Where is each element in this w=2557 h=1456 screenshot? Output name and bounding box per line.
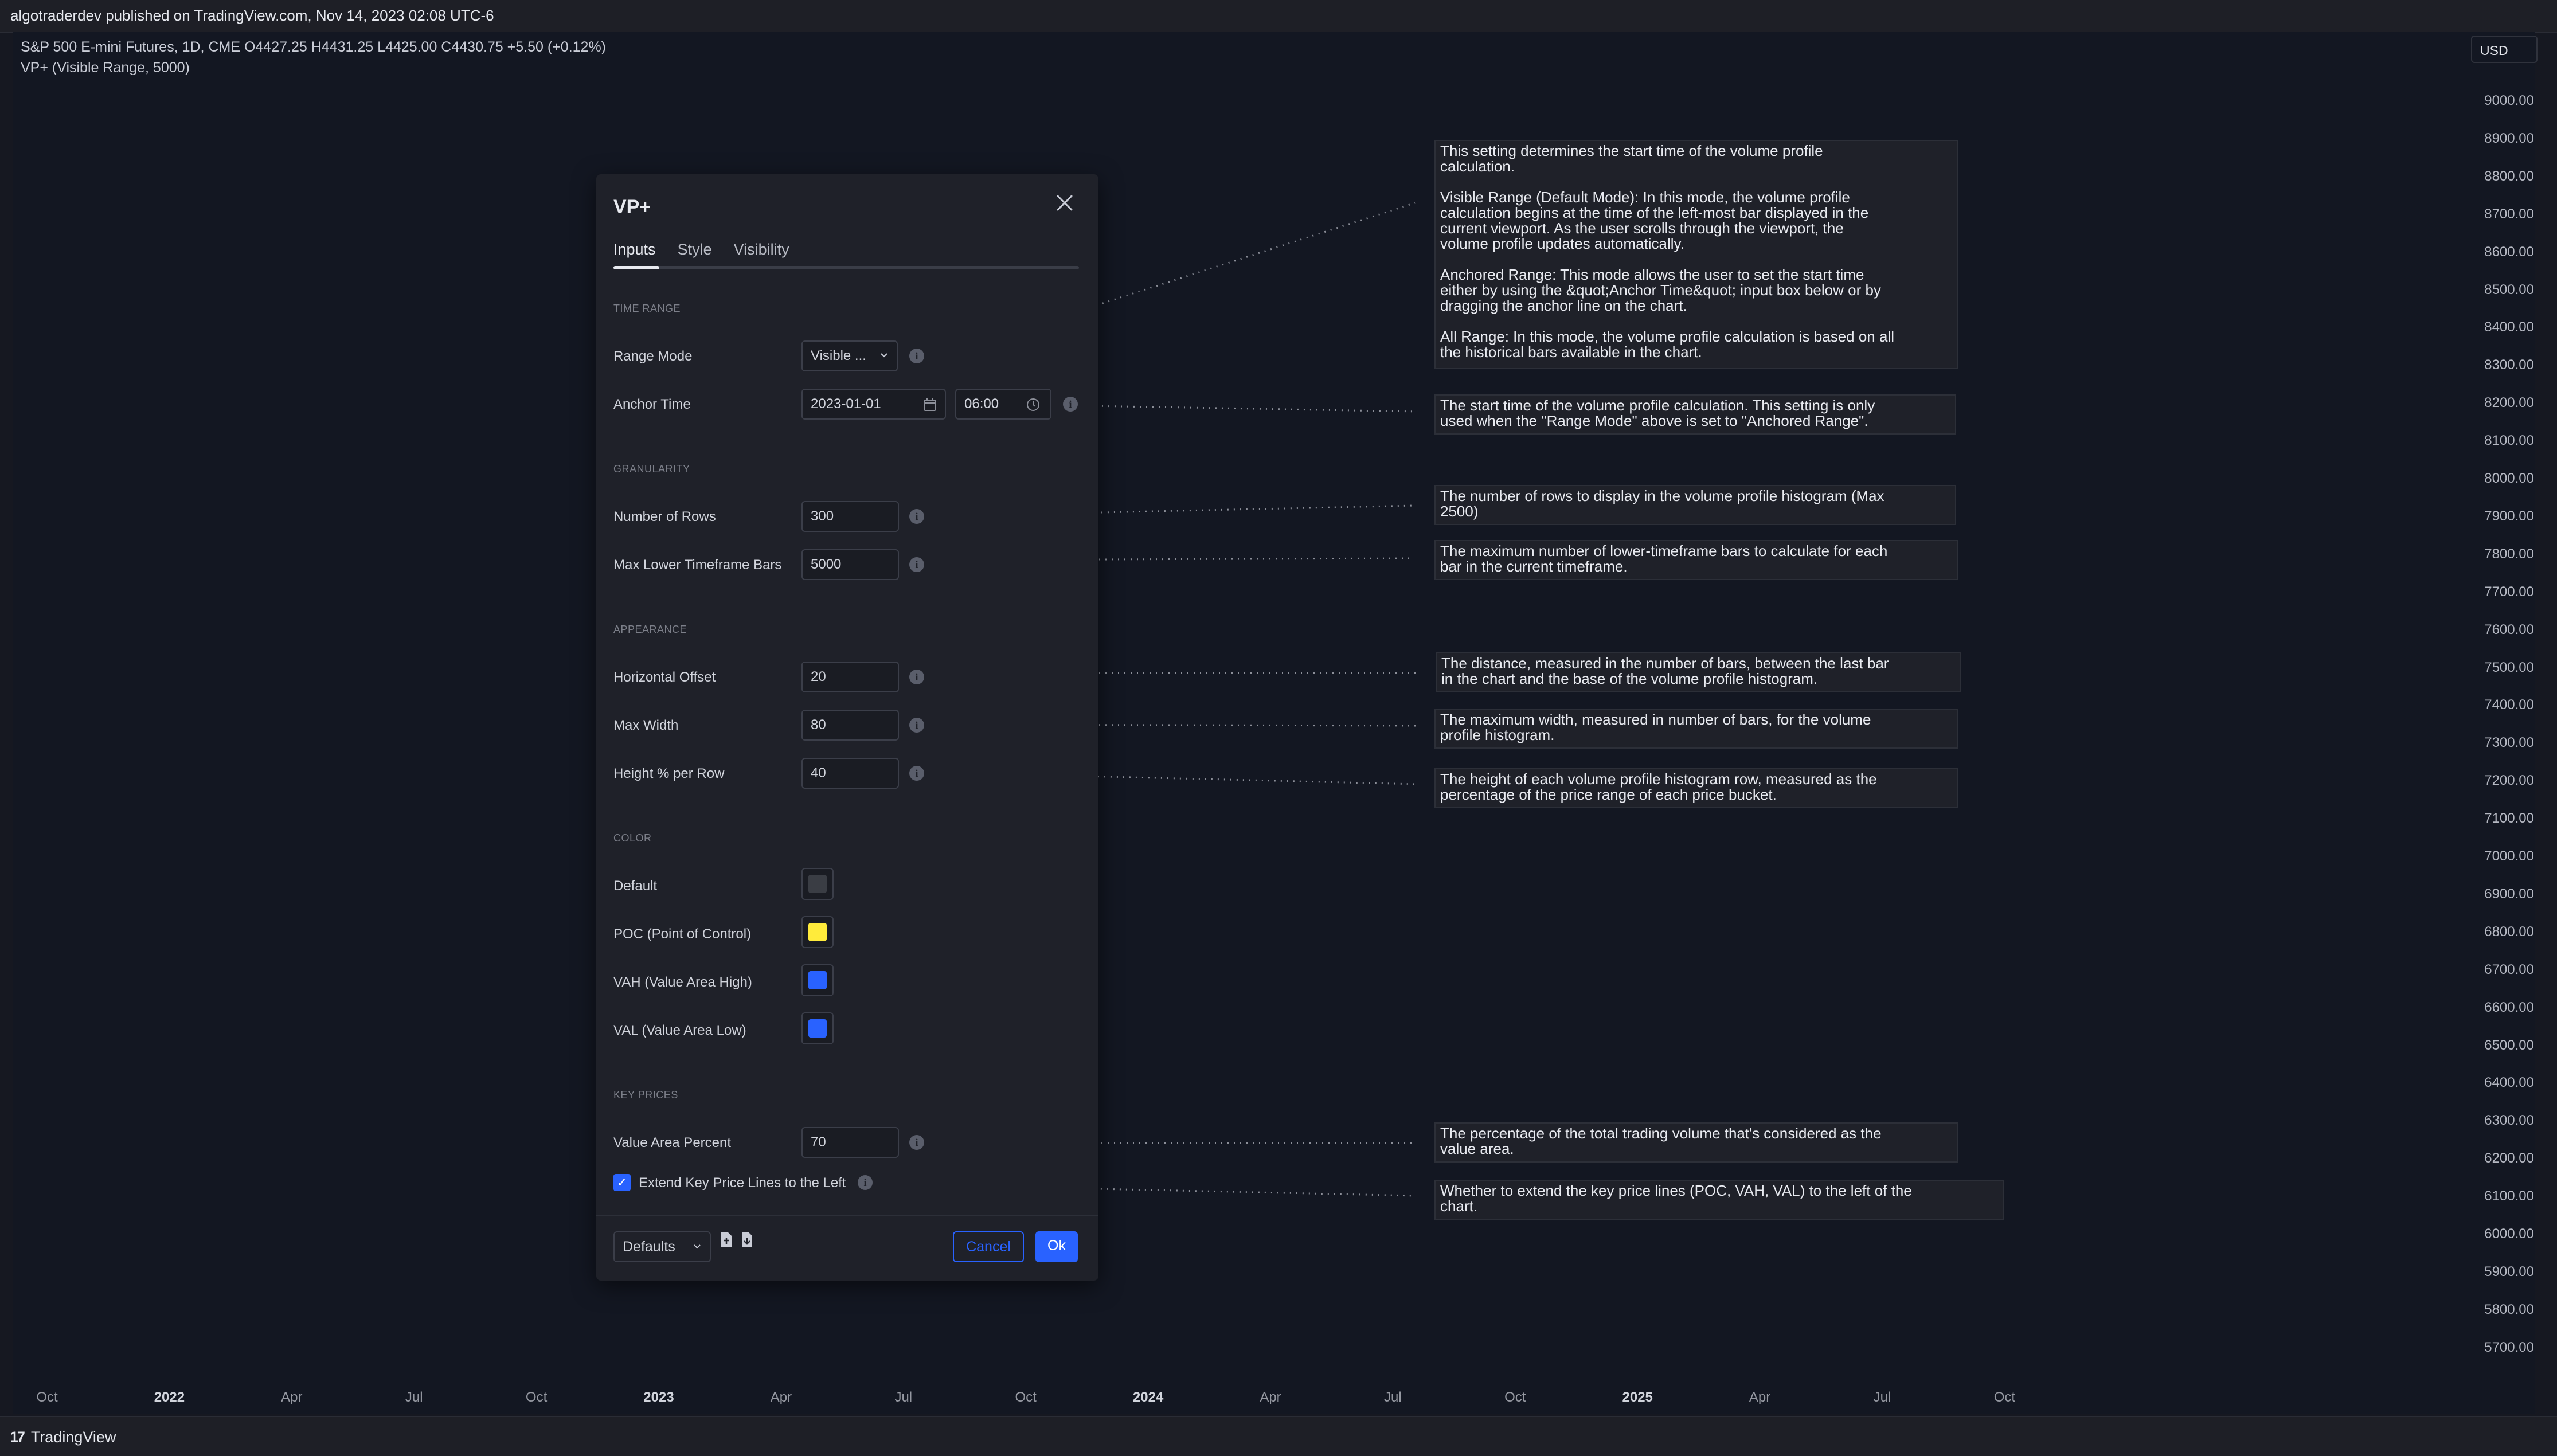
callout-max-ltf: The maximum number of lower-timeframe ba…	[1434, 540, 1958, 580]
anchor-time-label: Anchor Time	[613, 397, 691, 412]
info-icon[interactable]: i	[909, 1135, 924, 1150]
h-offset-label: Horizontal Offset	[613, 670, 716, 685]
rows-input[interactable]: 300	[801, 501, 899, 532]
chevron-down-icon	[694, 1244, 701, 1249]
callout-h-offset: The distance, measured in the number of …	[1436, 652, 1961, 692]
value-area-input[interactable]: 70	[801, 1127, 899, 1158]
extend-checkbox[interactable]: ✓	[613, 1174, 631, 1191]
section-time-range: TIME RANGE	[613, 303, 681, 314]
anchor-date-input[interactable]: 2023-01-01	[801, 389, 946, 420]
section-color: COLOR	[613, 832, 652, 844]
rows-label: Number of Rows	[613, 509, 716, 525]
active-tab-indicator	[613, 266, 659, 269]
ok-button[interactable]: Ok	[1035, 1231, 1078, 1262]
defaults-label: Defaults	[623, 1239, 675, 1255]
callout-rows: The number of rows to display in the vol…	[1434, 485, 1956, 525]
chevron-down-icon	[881, 353, 887, 358]
vah-color-fill	[808, 971, 827, 989]
clock-icon[interactable]	[1025, 397, 1041, 413]
vah-color-label: VAH (Value Area High)	[613, 974, 752, 990]
section-appearance: APPEARANCE	[613, 624, 687, 635]
info-icon[interactable]: i	[909, 557, 924, 572]
cancel-button[interactable]: Cancel	[953, 1231, 1024, 1262]
range-mode-value: Visible ...	[811, 348, 866, 363]
anchor-time-input[interactable]: 06:00	[955, 389, 1051, 420]
callout-max-width: The maximum width, measured in number of…	[1434, 709, 1958, 749]
height-pct-input[interactable]: 40	[801, 758, 899, 789]
range-mode-label: Range Mode	[613, 349, 693, 364]
default-color-swatch[interactable]	[801, 868, 834, 900]
callout-range-mode: This setting determines the start time o…	[1434, 140, 1958, 369]
load-template-icon[interactable]	[740, 1231, 754, 1248]
tab-inputs[interactable]: Inputs	[613, 241, 656, 259]
settings-dialog: VP+ Inputs Style Visibility TIME RANGE R…	[596, 174, 1098, 1281]
info-icon[interactable]: i	[909, 718, 924, 733]
vah-color-swatch[interactable]	[801, 964, 834, 996]
height-pct-label: Height % per Row	[613, 766, 725, 781]
section-key-prices: KEY PRICES	[613, 1089, 678, 1101]
h-offset-input[interactable]: 20	[801, 662, 899, 692]
defaults-dropdown[interactable]: Defaults	[613, 1231, 711, 1262]
callout-extend: Whether to extend the key price lines (P…	[1434, 1180, 2004, 1220]
max-width-label: Max Width	[613, 718, 679, 733]
val-color-label: VAL (Value Area Low)	[613, 1023, 746, 1038]
save-template-icon[interactable]	[719, 1231, 734, 1248]
tab-visibility[interactable]: Visibility	[734, 241, 789, 259]
close-icon[interactable]	[1053, 191, 1076, 214]
poc-color-label: POC (Point of Control)	[613, 926, 752, 942]
info-icon[interactable]: i	[909, 670, 924, 684]
callout-leader-lines	[886, 202, 1420, 1197]
anchor-date-value: 2023-01-01	[811, 396, 881, 412]
max-ltf-label: Max Lower Timeframe Bars	[613, 557, 782, 573]
info-icon[interactable]: i	[1063, 397, 1078, 412]
dialog-title: VP+	[613, 196, 651, 218]
range-mode-select[interactable]: Visible ...	[801, 340, 898, 371]
poc-color-swatch[interactable]	[801, 916, 834, 948]
info-icon[interactable]: i	[909, 766, 924, 781]
max-ltf-input[interactable]: 5000	[801, 549, 899, 580]
callout-anchor-time: The start time of the volume profile cal…	[1434, 394, 1956, 435]
poc-color-fill	[808, 923, 827, 941]
footer-divider	[596, 1215, 1098, 1216]
value-area-label: Value Area Percent	[613, 1135, 732, 1150]
tab-rail	[613, 266, 1079, 269]
info-icon[interactable]: i	[858, 1175, 873, 1190]
max-width-input[interactable]: 80	[801, 710, 899, 741]
section-granularity: GRANULARITY	[613, 463, 690, 475]
default-color-label: Default	[613, 878, 658, 894]
callout-value-area: The percentage of the total trading volu…	[1434, 1122, 1958, 1163]
default-color-fill	[808, 875, 827, 893]
calendar-icon[interactable]	[922, 397, 938, 413]
extend-label: Extend Key Price Lines to the Left	[639, 1175, 846, 1191]
val-color-swatch[interactable]	[801, 1012, 834, 1044]
info-icon[interactable]: i	[909, 509, 924, 524]
info-icon[interactable]: i	[909, 349, 924, 363]
callout-height-pct: The height of each volume profile histog…	[1434, 768, 1958, 808]
tab-bar: Inputs Style Visibility	[613, 241, 789, 259]
tab-style[interactable]: Style	[678, 241, 712, 259]
anchor-time-value: 06:00	[964, 396, 999, 412]
val-color-fill	[808, 1019, 827, 1038]
